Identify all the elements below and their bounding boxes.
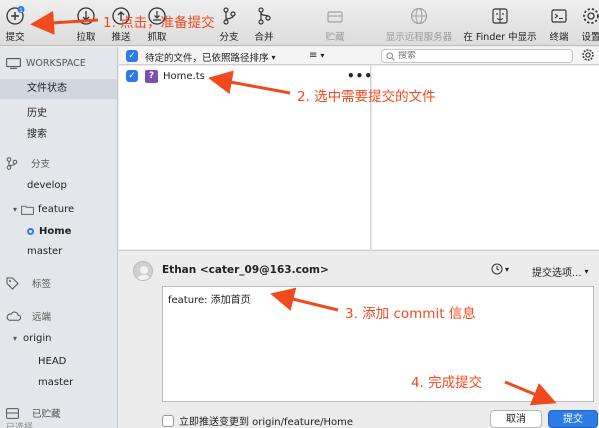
show-remote-label: 显示远程服务器: [385, 32, 453, 43]
settings-label: 设置: [581, 32, 599, 43]
chevron-down-icon: ▾: [271, 52, 276, 62]
remotes-header[interactable]: 远端: [6, 309, 51, 323]
sidebar-item-file-status[interactable]: 文件状态: [0, 79, 117, 99]
select-all-checkbox[interactable]: ✓: [126, 50, 138, 62]
stash-label: 贮藏: [325, 32, 345, 43]
annotation-step-4: 4. 完成提交: [411, 375, 483, 391]
pull-label: 拉取: [76, 32, 96, 43]
stash-icon: [325, 6, 345, 26]
pull-button[interactable]: 拉取: [73, 6, 99, 43]
submit-commit-button[interactable]: 提交: [548, 410, 598, 428]
push-immediately-option[interactable]: 立即推送变更到 origin/feature/Home: [162, 413, 353, 428]
push-checkbox[interactable]: [162, 414, 174, 427]
annotation-step-2: 2. 选中需要提交的文件: [297, 89, 436, 105]
tag-icon: [6, 277, 19, 290]
annotation-step-3: 3. 添加 commit 信息: [345, 306, 476, 322]
clock-icon: [491, 263, 503, 275]
sidebar-item-search[interactable]: 搜索: [27, 125, 47, 140]
sidebar: WORKSPACE 文件状态 历史 搜索 分支 develop ▾ featur…: [0, 47, 118, 428]
commit-badge: 1: [19, 8, 23, 14]
search-icon: [386, 51, 395, 61]
branch-item-home[interactable]: Home: [27, 226, 71, 237]
untracked-status-icon: ?: [145, 69, 158, 83]
commit-message-text: feature: 添加首页: [168, 295, 251, 306]
stash-button[interactable]: 贮藏: [322, 6, 348, 43]
gear-icon: [581, 6, 599, 26]
cancel-button[interactable]: 取消: [490, 410, 542, 428]
search-box[interactable]: [381, 49, 573, 63]
branch-label: 分支: [219, 32, 239, 43]
stash-icon: [6, 407, 19, 419]
current-branch-icon: [27, 228, 34, 235]
file-name: Home.ts: [163, 70, 205, 82]
stashes-header[interactable]: 已贮藏: [6, 406, 61, 420]
gear-icon: [582, 49, 594, 61]
monitor-icon: [6, 58, 21, 69]
finder-icon: [490, 6, 510, 26]
terminal-label: 终端: [549, 32, 569, 43]
file-list-header: ✓ 待定的文件，已依照路径排序 ▾ ≡ ▾: [119, 47, 599, 65]
commit-panel: Ethan <cater_09@163.com> ▾ 提交选项... ▾ fea…: [119, 250, 599, 428]
list-icon: ≡: [309, 50, 318, 61]
sort-dropdown[interactable]: 待定的文件，已依照路径排序 ▾: [145, 50, 276, 65]
show-in-finder-label: 在 Finder 中显示: [463, 32, 537, 43]
search-input[interactable]: [398, 51, 558, 61]
branch-folder-feature[interactable]: ▾ feature: [13, 204, 74, 215]
remote-branch-head[interactable]: HEAD: [38, 356, 66, 367]
branch-icon: [6, 156, 18, 170]
file-checkbox[interactable]: ✓: [126, 70, 138, 82]
show-in-finder-button[interactable]: 在 Finder 中显示: [461, 6, 539, 43]
branch-icon: [219, 6, 239, 26]
push-label: 推送: [111, 32, 131, 43]
pull-down-icon: [76, 6, 96, 26]
fetch-label: 抓取: [147, 32, 167, 43]
commit-plus-icon: 1: [5, 6, 25, 26]
avatar: [133, 261, 153, 281]
branch-button[interactable]: 分支: [216, 6, 242, 43]
terminal-icon: [549, 6, 569, 26]
chevron-down-icon: ▾: [584, 267, 589, 276]
push-label: 立即推送变更到 origin/feature/Home: [179, 417, 354, 428]
sidebar-item-history[interactable]: 历史: [27, 104, 47, 119]
settings-button[interactable]: 设置: [580, 6, 599, 43]
commit-button[interactable]: 1 提交: [2, 6, 28, 43]
commit-history-dropdown[interactable]: ▾: [491, 263, 509, 275]
more-options-icon[interactable]: •••: [347, 69, 373, 83]
annotation-step-1: 1. 点击，准备提交: [103, 15, 215, 31]
chevron-down-icon: ▾: [320, 51, 325, 60]
chevron-down-icon: ▾: [505, 264, 510, 274]
chevron-down-icon: ▾: [13, 205, 18, 214]
workspace-header: WORKSPACE: [6, 58, 86, 69]
tags-header[interactable]: 标签: [6, 276, 51, 290]
globe-icon: [409, 6, 429, 26]
view-mode-dropdown[interactable]: ≡ ▾: [309, 50, 324, 61]
merge-button[interactable]: 合并: [251, 6, 277, 43]
branches-header[interactable]: 分支: [6, 156, 50, 170]
commit-author: Ethan <cater_09@163.com>: [162, 264, 329, 276]
merge-label: 合并: [254, 32, 274, 43]
chevron-down-icon: ▾: [13, 334, 18, 343]
terminal-button[interactable]: 终端: [546, 6, 572, 43]
merge-icon: [254, 6, 274, 26]
file-row[interactable]: ✓ ? Home.ts •••: [119, 68, 373, 84]
remote-origin[interactable]: ▾ origin: [13, 333, 52, 344]
toolbar: 1 提交 拉取 推送 抓取 分支 合并 贮藏 显示远程服务器 在 Finder …: [0, 0, 599, 46]
remote-branch-master[interactable]: master: [38, 377, 73, 388]
commit-options-dropdown[interactable]: 提交选项... ▾: [532, 264, 589, 279]
cloud-icon: [6, 311, 21, 321]
branch-item-develop[interactable]: develop: [27, 180, 67, 191]
commit-label: 提交: [5, 32, 25, 43]
folder-icon: [21, 205, 34, 215]
branch-item-master[interactable]: master: [27, 246, 62, 257]
sidebar-bottom-text: 已选择: [6, 423, 34, 428]
file-settings-button[interactable]: [581, 48, 597, 64]
show-remote-button[interactable]: 显示远程服务器: [384, 6, 454, 43]
